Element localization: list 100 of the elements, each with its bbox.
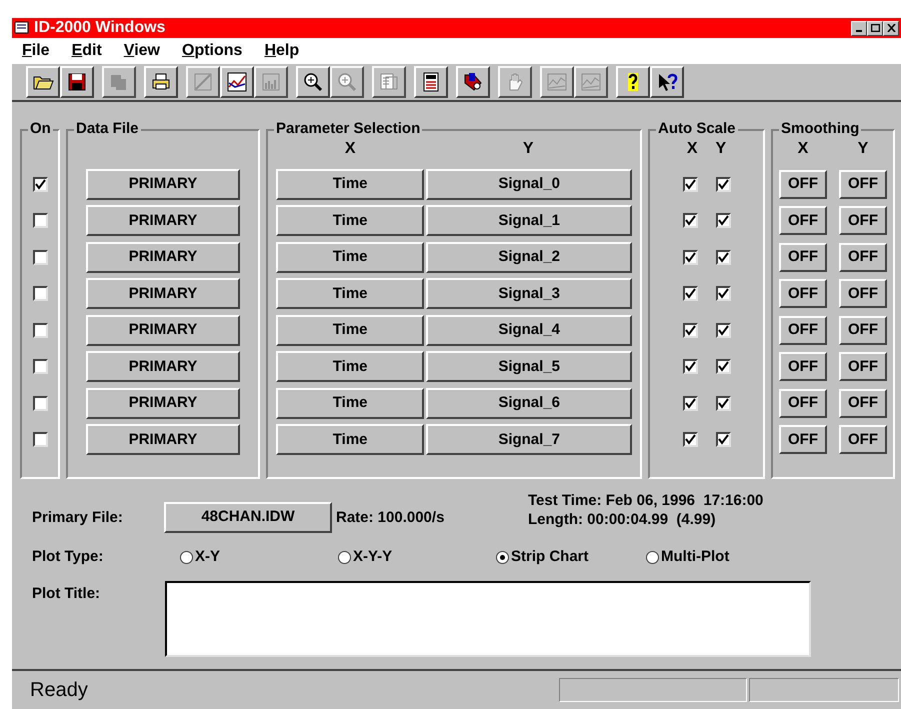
checkbox[interactable] (682, 396, 698, 411)
diagonal-chart-icon (192, 71, 214, 93)
close-icon (886, 24, 896, 32)
toolbar-button[interactable] (60, 66, 94, 98)
magnifier-icon (302, 71, 324, 93)
checkbox[interactable] (716, 359, 730, 374)
checkbox[interactable] (682, 213, 698, 228)
data-file-button[interactable]: PRIMARY (86, 205, 240, 236)
x-parameter-button[interactable]: Time (276, 168, 424, 200)
toolbar-button[interactable] (456, 66, 490, 98)
radio-button[interactable] (496, 550, 509, 564)
checkbox[interactable] (32, 250, 48, 265)
minimize-button[interactable] (851, 20, 867, 36)
radio-option[interactable]: X-Y-Y (338, 546, 496, 568)
data-file-button[interactable]: PRIMARY (86, 388, 240, 419)
menu-item[interactable]: Help (264, 41, 300, 61)
smoothing-button[interactable]: OFF (779, 279, 827, 308)
data-file-button[interactable]: PRIMARY (86, 314, 240, 346)
x-parameter-button[interactable]: Time (276, 314, 424, 346)
y-parameter-button[interactable]: Signal_2 (426, 242, 632, 273)
checkbox[interactable] (682, 286, 698, 302)
data-file-button[interactable]: PRIMARY (86, 278, 240, 310)
smoothing-button[interactable]: OFF (839, 388, 887, 418)
smoothing-button[interactable]: OFF (839, 170, 887, 199)
x-parameter-button[interactable]: Time (276, 278, 424, 310)
checkbox[interactable] (32, 286, 48, 302)
checkbox[interactable] (716, 286, 730, 302)
menu-item[interactable]: File (22, 41, 50, 61)
maximize-button[interactable] (867, 20, 883, 36)
checkbox[interactable] (682, 322, 698, 338)
menu-item[interactable]: Options (182, 41, 242, 61)
checkbox[interactable] (716, 322, 730, 338)
checkbox[interactable] (32, 176, 48, 192)
smoothing-button[interactable]: OFF (839, 206, 887, 236)
checkbox[interactable] (32, 322, 48, 338)
toolbar-button[interactable] (296, 66, 330, 98)
radio-option[interactable]: Multi-Plot (646, 546, 796, 568)
menu-item[interactable]: View (124, 41, 160, 61)
toolbar-button[interactable] (414, 66, 448, 98)
y-parameter-button[interactable]: Signal_0 (426, 168, 632, 200)
x-parameter-button[interactable]: Time (276, 351, 424, 382)
smoothing-button[interactable]: OFF (839, 279, 887, 308)
primary-file-button[interactable]: 48CHAN.IDW (164, 502, 332, 533)
menu-item[interactable]: Edit (72, 41, 102, 61)
checkbox[interactable] (32, 396, 48, 411)
checkbox[interactable] (682, 432, 698, 448)
smoothing-button[interactable]: OFF (779, 352, 827, 382)
toolbar-button[interactable] (144, 66, 178, 98)
toolbar-button[interactable] (616, 66, 650, 98)
plot-title-field[interactable] (165, 581, 811, 657)
y-parameter-button[interactable]: Signal_7 (426, 424, 632, 456)
checkbox[interactable] (682, 250, 698, 265)
y-parameter-button[interactable]: Signal_6 (426, 388, 632, 419)
toolbar-button[interactable] (220, 66, 254, 98)
data-file-button[interactable]: PRIMARY (86, 351, 240, 382)
checkbox[interactable] (682, 176, 698, 192)
smoothing-button[interactable]: OFF (779, 316, 827, 345)
checkbox[interactable] (32, 359, 48, 374)
smoothing-button[interactable]: OFF (779, 206, 827, 236)
smoothing-button[interactable]: OFF (779, 425, 827, 454)
smoothing-button[interactable]: OFF (779, 242, 827, 272)
radio-button[interactable] (338, 550, 351, 564)
radio-button[interactable] (646, 550, 659, 564)
data-file-button[interactable]: PRIMARY (86, 242, 240, 273)
smoothing-button[interactable]: OFF (839, 352, 887, 382)
smoothing-button[interactable]: OFF (839, 316, 887, 345)
x-parameter-button[interactable]: Time (276, 424, 424, 456)
toolbar-button[interactable] (26, 66, 60, 98)
checkbox[interactable] (682, 359, 698, 374)
y-parameter-button[interactable]: Signal_5 (426, 351, 632, 382)
magnifier-icon (336, 71, 358, 93)
checkbox[interactable] (716, 176, 730, 192)
smoothing-button[interactable]: OFF (839, 242, 887, 272)
rate-text: Rate: 100.000/s (336, 508, 446, 528)
smoothing-button[interactable]: OFF (779, 170, 827, 199)
y-parameter-button[interactable]: Signal_1 (426, 205, 632, 236)
radio-button[interactable] (180, 550, 193, 564)
radio-option[interactable]: Strip Chart (496, 546, 646, 568)
data-file-button[interactable]: PRIMARY (86, 168, 240, 200)
x-parameter-button[interactable]: Time (276, 388, 424, 419)
checkbox[interactable] (716, 432, 730, 448)
checkbox[interactable] (32, 432, 48, 448)
checkbox[interactable] (716, 396, 730, 411)
line-chart-icon (226, 71, 248, 93)
smoothing-button[interactable]: OFF (779, 388, 827, 418)
x-parameter-button[interactable]: Time (276, 242, 424, 273)
tag-icon (462, 71, 484, 93)
y-parameter-button[interactable]: Signal_4 (426, 314, 632, 346)
smoothing-button[interactable]: OFF (839, 425, 887, 454)
checkbox[interactable] (716, 250, 730, 265)
data-file-button[interactable]: PRIMARY (86, 424, 240, 456)
radio-option[interactable]: X-Y (180, 546, 338, 568)
plot-title-label: Plot Title: (32, 584, 102, 604)
column-header: X (344, 138, 356, 158)
x-parameter-button[interactable]: Time (276, 205, 424, 236)
checkbox[interactable] (716, 213, 730, 228)
checkbox[interactable] (32, 213, 48, 228)
toolbar-button[interactable] (650, 66, 684, 98)
close-button[interactable] (883, 20, 899, 36)
y-parameter-button[interactable]: Signal_3 (426, 278, 632, 310)
